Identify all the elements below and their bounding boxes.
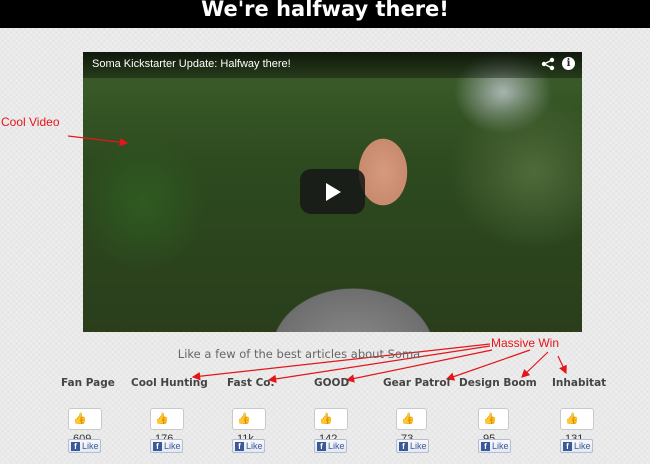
play-icon xyxy=(326,183,341,201)
like-count-fan-page: 👍609 xyxy=(68,408,102,445)
annotation-cool-video: Cool Video xyxy=(1,115,60,129)
thumbs-up-icon: 👍 xyxy=(565,413,579,425)
page-header: We're halfway there! xyxy=(0,0,650,28)
thumbs-up-icon: 👍 xyxy=(483,413,497,425)
article-title-fan-page[interactable]: Fan Page xyxy=(61,377,115,389)
facebook-icon: f xyxy=(481,442,490,452)
like-button-good[interactable]: f Like xyxy=(314,439,347,453)
like-count-fast-co: 👍11k xyxy=(232,408,266,445)
like-button-cool-hunting[interactable]: f Like xyxy=(150,439,183,453)
thumbs-up-icon: 👍 xyxy=(319,413,333,425)
share-icon[interactable] xyxy=(541,57,555,71)
info-icon[interactable]: i xyxy=(562,57,575,70)
like-count-inhabitat: 👍131 xyxy=(560,408,594,445)
facebook-icon: f xyxy=(399,442,408,452)
like-button-inhabitat[interactable]: f Like xyxy=(560,439,593,453)
article-title-design-boom[interactable]: Design Boom xyxy=(459,377,537,389)
video-topbar: Soma Kickstarter Update: Halfway there! … xyxy=(83,52,582,78)
article-title-gear-patrol[interactable]: Gear Patrol xyxy=(383,377,450,389)
article-title-cool-hunting[interactable]: Cool Hunting xyxy=(131,377,208,389)
article-title-inhabitat[interactable]: Inhabitat xyxy=(552,377,606,389)
articles-subtitle: Like a few of the best articles about So… xyxy=(177,347,421,361)
thumbs-up-icon: 👍 xyxy=(73,413,87,425)
like-count-design-boom: 👍95 xyxy=(478,408,509,445)
facebook-icon: f xyxy=(235,442,244,452)
facebook-icon: f xyxy=(563,442,572,452)
facebook-icon: f xyxy=(317,442,326,452)
facebook-icon: f xyxy=(71,442,80,452)
article-title-good[interactable]: GOOD xyxy=(314,377,349,389)
thumbs-up-icon: 👍 xyxy=(237,413,251,425)
thumbs-up-icon: 👍 xyxy=(155,413,169,425)
video-player[interactable]: Soma Kickstarter Update: Halfway there! … xyxy=(83,52,582,332)
like-count-gear-patrol: 👍73 xyxy=(396,408,427,445)
page-title: We're halfway there! xyxy=(201,0,449,21)
like-count-cool-hunting: 👍176 xyxy=(150,408,184,445)
like-button-fast-co[interactable]: f Like xyxy=(232,439,265,453)
like-button-design-boom[interactable]: f Like xyxy=(478,439,511,453)
video-title[interactable]: Soma Kickstarter Update: Halfway there! xyxy=(92,58,291,70)
play-button[interactable] xyxy=(300,169,365,214)
like-count-good: 👍142 xyxy=(314,408,348,445)
facebook-icon: f xyxy=(153,442,162,452)
article-title-fast-co[interactable]: Fast Co. xyxy=(227,377,274,389)
like-button-gear-patrol[interactable]: f Like xyxy=(396,439,429,453)
like-button-fan-page[interactable]: f Like xyxy=(68,439,101,453)
thumbs-up-icon: 👍 xyxy=(401,413,415,425)
